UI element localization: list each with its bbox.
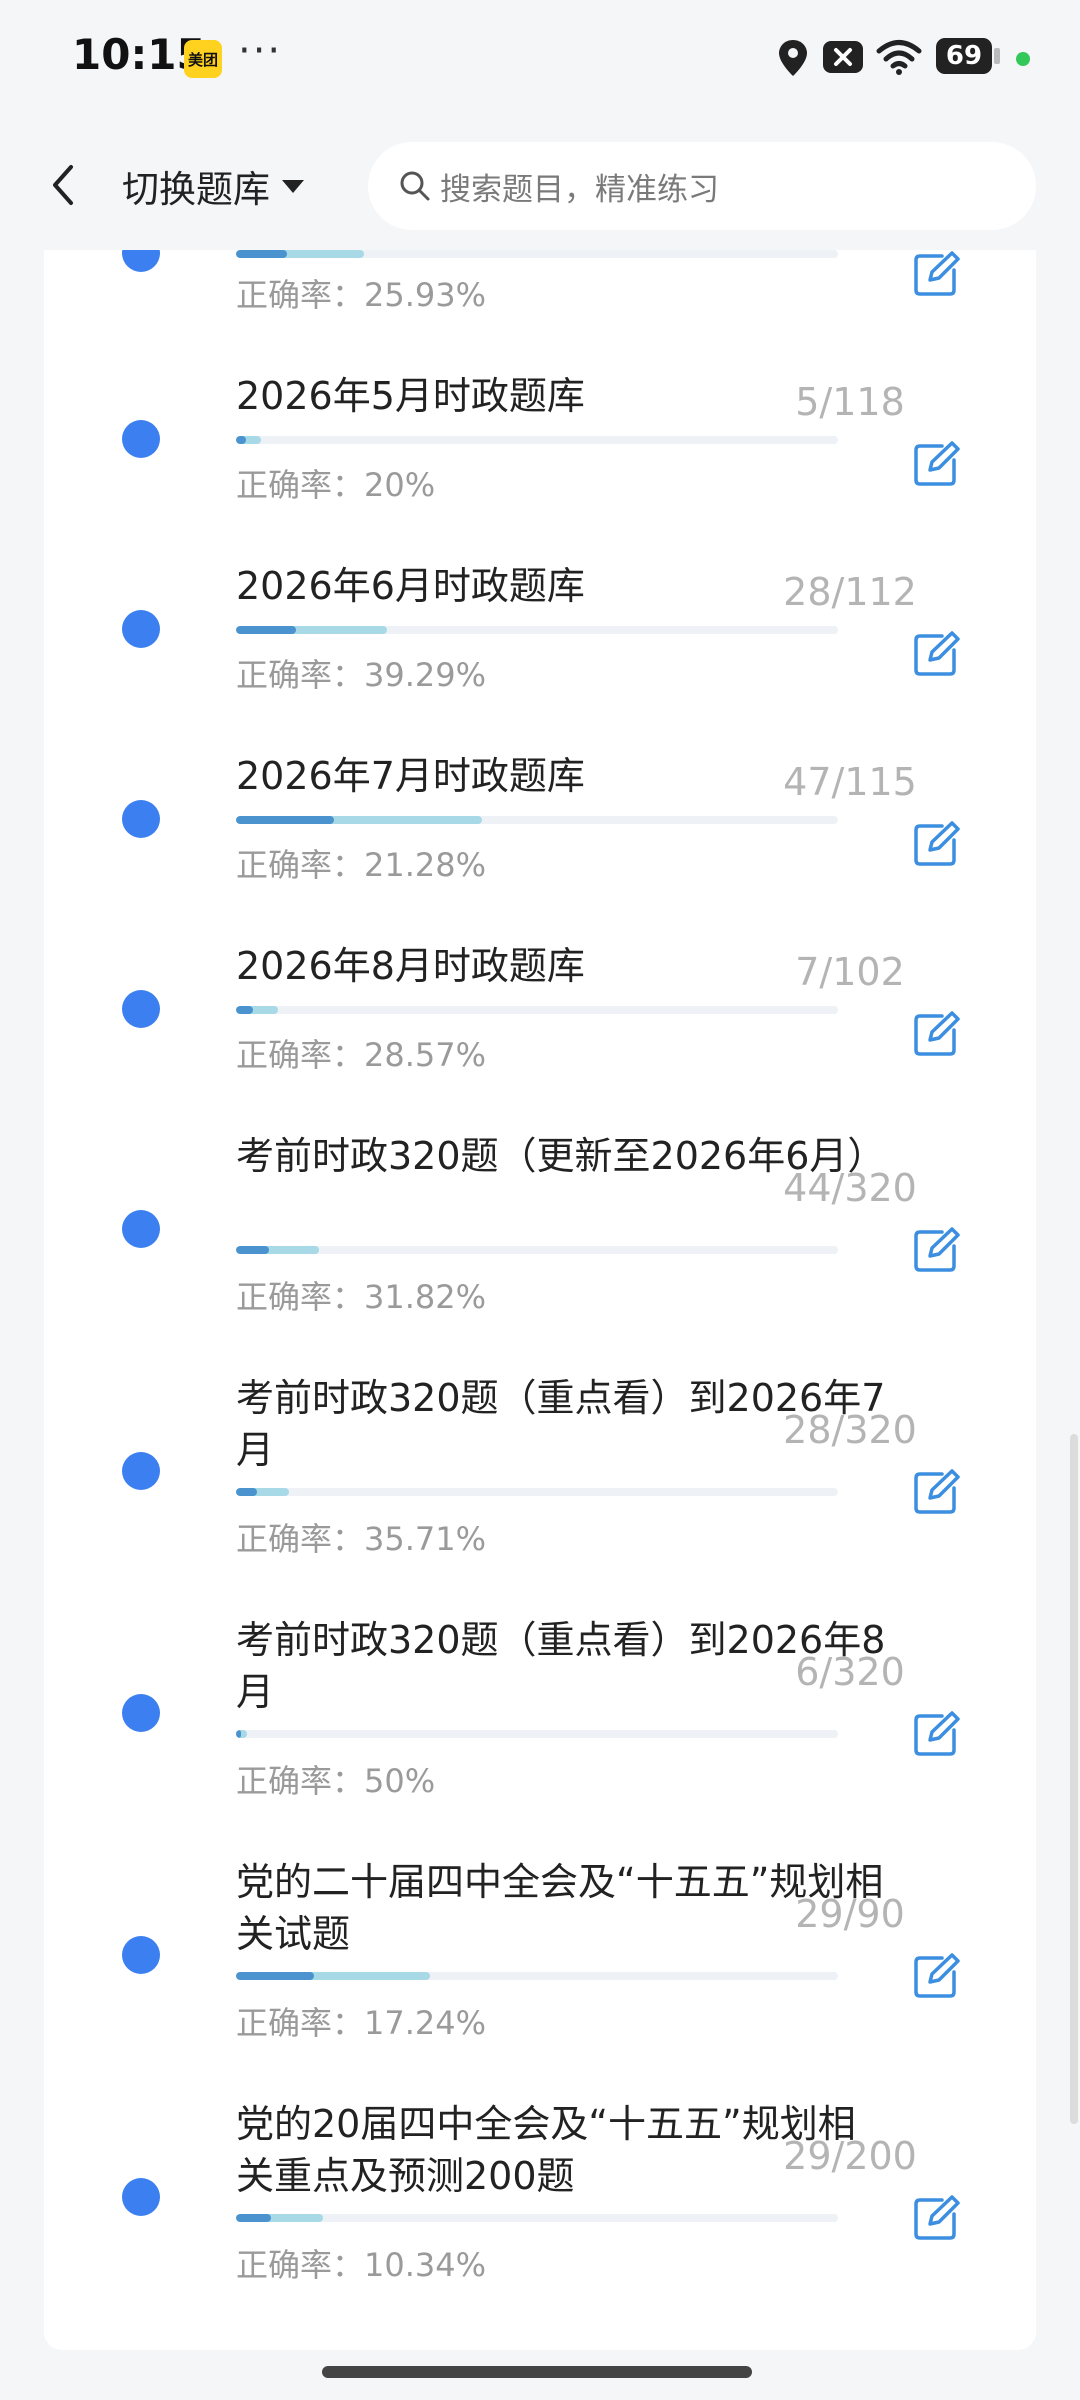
accuracy-text: 正确率：17.24%	[236, 2004, 487, 2042]
home-indicator[interactable]	[322, 2366, 752, 2378]
accuracy-text: 正确率：50%	[236, 1762, 436, 1800]
progress-bar	[236, 1972, 838, 1980]
question-bank-list: 正确率：25.93% 2026年5月时政题库 正确率：20% 5/118 2026年6月…	[44, 0, 1036, 2400]
progress-fill-accent	[236, 1972, 314, 1980]
progress-fill-accent	[236, 1246, 270, 1254]
switch-question-bank-button[interactable]: 切换题库	[122, 158, 306, 214]
accuracy-text: 正确率：28.57%	[236, 1036, 487, 1074]
status-dot	[122, 1452, 160, 1490]
progress-fill-accent	[236, 2214, 271, 2222]
progress-bar	[236, 626, 838, 634]
edit-practice-icon[interactable]	[912, 1710, 960, 1758]
progress-bar	[236, 250, 838, 258]
status-dot	[122, 990, 160, 1028]
search-input[interactable]: 搜索题目，精准练习	[368, 142, 1036, 230]
progress-count: 5/118	[795, 380, 905, 424]
edit-practice-icon[interactable]	[912, 630, 960, 678]
accuracy-text: 正确率：35.71%	[236, 1520, 487, 1558]
progress-fill-accent	[236, 1006, 253, 1014]
progress-count: 7/102	[795, 950, 905, 994]
edit-practice-icon[interactable]	[912, 2194, 960, 2242]
progress-bar	[236, 1246, 838, 1254]
progress-count: 28/112	[783, 570, 917, 614]
progress-bar	[236, 436, 838, 444]
accuracy-text: 正确率：20%	[236, 466, 436, 504]
progress-count: 47/115	[783, 760, 917, 804]
search-placeholder: 搜索题目，精准练习	[440, 171, 719, 208]
progress-bar	[236, 816, 838, 824]
status-dot	[122, 2178, 160, 2216]
caret-down-icon	[282, 180, 304, 193]
status-dot	[122, 800, 160, 838]
status-dot	[122, 610, 160, 648]
progress-bar	[236, 1730, 838, 1738]
status-dot	[122, 1694, 160, 1732]
edit-practice-icon[interactable]	[912, 1468, 960, 1516]
progress-bar	[236, 2214, 838, 2222]
accuracy-text: 正确率：21.28%	[236, 846, 487, 884]
progress-fill-accent	[236, 250, 288, 258]
progress-fill-accent	[236, 626, 297, 634]
switch-question-bank-label: 切换题库	[122, 168, 270, 211]
accuracy-text: 正确率：31.82%	[236, 1278, 487, 1316]
edit-practice-icon[interactable]	[912, 820, 960, 868]
edit-practice-icon[interactable]	[912, 1226, 960, 1274]
accuracy-text: 正确率：25.93%	[236, 276, 487, 314]
status-dot	[122, 1210, 160, 1248]
progress-bar	[236, 1488, 838, 1496]
back-button[interactable]	[38, 160, 88, 210]
progress-count: 6/320	[795, 1650, 905, 1694]
progress-count: 28/320	[783, 1408, 917, 1452]
status-dot	[122, 420, 160, 458]
progress-bar	[236, 1006, 838, 1014]
scrollbar[interactable]	[1070, 1434, 1078, 2124]
progress-fill-accent	[236, 1488, 258, 1496]
progress-count: 29/200	[783, 2134, 917, 2178]
progress-fill-accent	[236, 436, 247, 444]
progress-fill-accent	[236, 816, 335, 824]
progress-count: 44/320	[783, 1166, 917, 1210]
accuracy-text: 正确率：39.29%	[236, 656, 487, 694]
edit-practice-icon[interactable]	[912, 250, 960, 298]
progress-fill-accent	[236, 1730, 241, 1738]
progress-count: 29/90	[795, 1892, 905, 1936]
search-icon	[400, 171, 430, 201]
top-bar: 切换题库 搜索题目，精准练习	[0, 120, 1080, 250]
status-dot	[122, 1936, 160, 1974]
edit-practice-icon[interactable]	[912, 1952, 960, 2000]
back-arrow-icon	[53, 165, 73, 205]
edit-practice-icon[interactable]	[912, 1010, 960, 1058]
accuracy-text: 正确率：10.34%	[236, 2246, 487, 2284]
edit-practice-icon[interactable]	[912, 440, 960, 488]
